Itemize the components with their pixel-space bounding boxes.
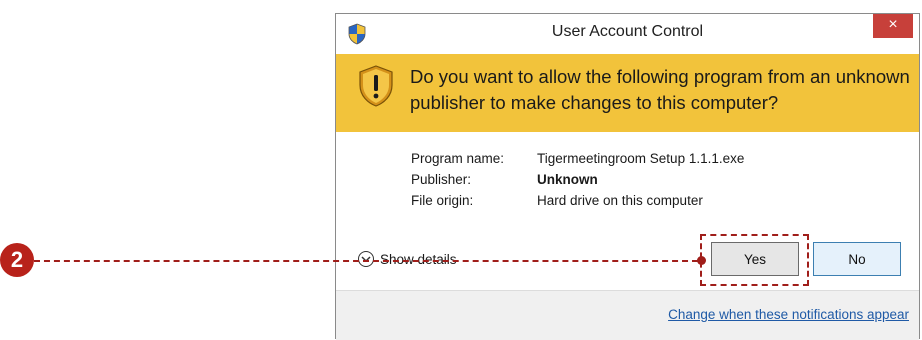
file-origin-row: File origin: Hard drive on this computer: [411, 193, 744, 214]
program-name-label: Program name:: [411, 151, 505, 166]
show-details-toggle[interactable]: Show details: [358, 251, 457, 267]
uac-question: Do you want to allow the following progr…: [410, 66, 910, 113]
show-details-label: Show details: [380, 251, 457, 267]
publisher-row: Publisher: Unknown: [411, 172, 744, 193]
callout-highlight-box: [700, 234, 809, 286]
warning-banner: Do you want to allow the following progr…: [336, 54, 919, 132]
program-name-value: Tigermeetingroom Setup 1.1.1.exe: [537, 151, 745, 166]
publisher-value: Unknown: [537, 172, 598, 187]
callout-line: [34, 260, 698, 262]
step-number-badge: 2: [0, 243, 34, 277]
no-button[interactable]: No: [813, 242, 901, 276]
file-origin-label: File origin:: [411, 193, 474, 208]
program-info: Program name: Tigermeetingroom Setup 1.1…: [411, 151, 744, 214]
window-title: User Account Control: [551, 23, 704, 40]
program-name-row: Program name: Tigermeetingroom Setup 1.1…: [411, 151, 744, 172]
close-icon[interactable]: ×: [873, 14, 913, 38]
warning-shield-icon: [358, 65, 394, 107]
dialog-footer: Change when these notifications appear: [336, 291, 919, 340]
chevron-down-icon: [358, 251, 374, 267]
notification-settings-link[interactable]: Change when these notifications appear: [668, 307, 909, 322]
file-origin-value: Hard drive on this computer: [537, 193, 703, 208]
uac-dialog: User Account Control × Do you want to al…: [335, 13, 920, 340]
publisher-label: Publisher:: [411, 172, 472, 187]
title-bar: User Account Control ×: [336, 14, 919, 54]
